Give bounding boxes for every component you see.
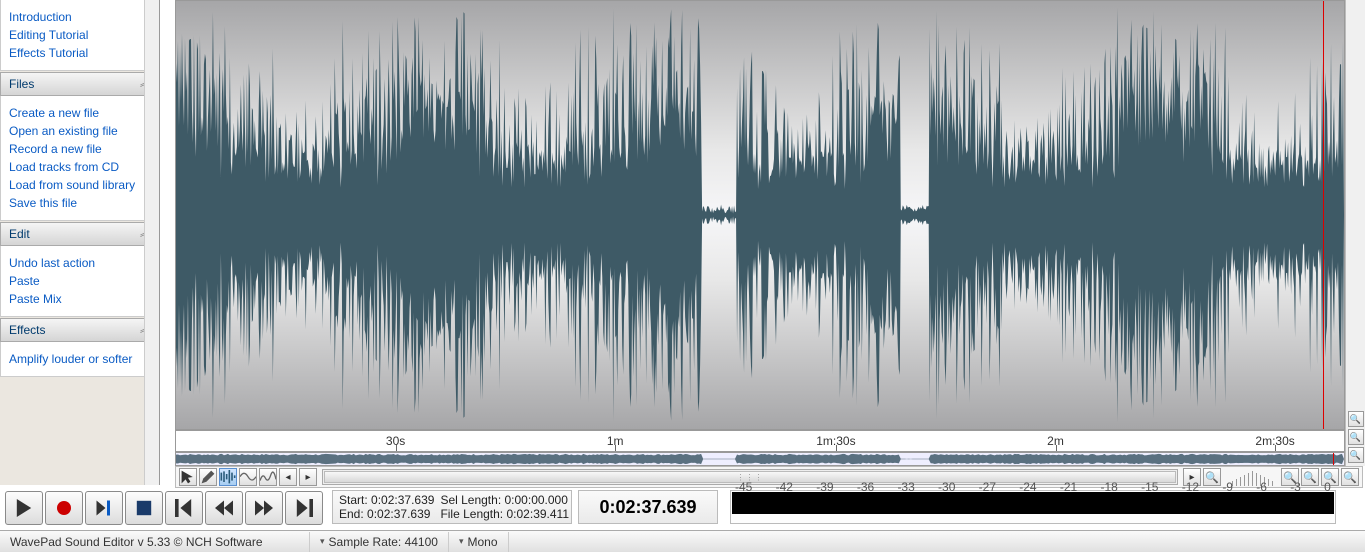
sel-length-value: 0:00:00.000 [505,493,568,507]
end-value: 0:02:37.639 [367,507,430,521]
sidebar-item-record-new-file[interactable]: Record a new file [9,142,150,156]
skip-end-button[interactable] [285,491,323,525]
panel-header-effects[interactable]: Effects ︽ [0,318,159,342]
panel-header-files[interactable]: Files ︽ [0,72,159,96]
panel-title: Edit [9,227,30,241]
sidebar-item-create-new-file[interactable]: Create a new file [9,106,150,120]
wave-view-b-button[interactable] [239,468,257,486]
start-value: 0:02:37.639 [371,493,434,507]
panel-title: Files [9,77,34,91]
record-button[interactable] [45,491,83,525]
zoom-fit-button[interactable]: 🔍 [1341,468,1359,486]
file-length-value: 0:02:39.411 [507,507,570,521]
fast-forward-button[interactable] [245,491,283,525]
playback-cursor [1323,1,1324,430]
time-display: 0:02:37.639 [578,490,718,524]
prev-marker-button[interactable]: ◂ [279,468,297,486]
waveform-overview[interactable] [175,452,1345,466]
sidebar-item-paste-mix[interactable]: Paste Mix [9,292,150,306]
transport-bar [4,490,324,528]
selection-info: Start: 0:02:37.639 Sel Length: 0:00:00.0… [332,490,572,524]
play-button[interactable] [5,491,43,525]
sidebar-item-open-existing-file[interactable]: Open an existing file [9,124,150,138]
status-app: WavePad Sound Editor v 5.33 © NCH Softwa… [0,532,310,552]
sel-length-label: Sel Length: [440,493,501,507]
sidebar-scrollbar[interactable] [144,0,159,485]
next-marker-button[interactable]: ▸ [299,468,317,486]
overview-svg [176,453,1344,465]
sample-rate-dropdown[interactable]: Sample Rate: 44100 [310,532,449,552]
sidebar-item-save-this-file[interactable]: Save this file [9,196,150,210]
waveform-svg [176,1,1344,429]
sidebar-item-load-sound-library[interactable]: Load from sound library [9,178,150,192]
sidebar-item-amplify[interactable]: Amplify louder or softer [9,352,150,366]
stop-button[interactable] [125,491,163,525]
level-meter: -45-42-39-36-33-30-27-24-21-18-15-12-9-6… [730,490,1336,524]
sidebar-item-undo-last-action[interactable]: Undo last action [9,256,150,270]
sidebar-item-introduction[interactable]: Introduction [9,10,150,24]
overview-cursor [1333,453,1334,466]
vert-zoom-fit-button[interactable]: 🔍 [1348,429,1364,445]
panel-title: Effects [9,323,45,337]
vert-zoom-out-button[interactable]: 🔍 [1348,447,1364,463]
wave-view-a-button[interactable] [219,468,237,486]
sidebar-item-paste[interactable]: Paste [9,274,150,288]
end-label: End: [339,507,364,521]
rewind-button[interactable] [205,491,243,525]
waveform-display[interactable] [175,0,1345,430]
time-ruler[interactable]: 30s 1m 1m:30s 2m 2m:30s [175,430,1345,452]
sidebar-item-load-tracks-cd[interactable]: Load tracks from CD [9,160,150,174]
start-label: Start: [339,493,368,507]
goto-button[interactable] [85,491,123,525]
wave-view-c-button[interactable] [259,468,277,486]
cursor-tool-button[interactable] [179,468,197,486]
file-length-label: File Length: [440,507,503,521]
meter-bar [732,492,1334,514]
skip-start-button[interactable] [165,491,203,525]
channels-dropdown[interactable]: Mono [449,532,509,552]
pencil-tool-button[interactable] [199,468,217,486]
panel-header-edit[interactable]: Edit ︽ [0,222,159,246]
sidebar-item-effects-tutorial[interactable]: Effects Tutorial [9,46,150,60]
vert-zoom-in-button[interactable]: 🔍 [1348,411,1364,427]
status-bar: WavePad Sound Editor v 5.33 © NCH Softwa… [0,530,1365,552]
record-icon [57,501,71,515]
sidebar-item-editing-tutorial[interactable]: Editing Tutorial [9,28,150,42]
vertical-zoom-toolbar: 🔍 🔍 🔍 [1345,0,1365,466]
